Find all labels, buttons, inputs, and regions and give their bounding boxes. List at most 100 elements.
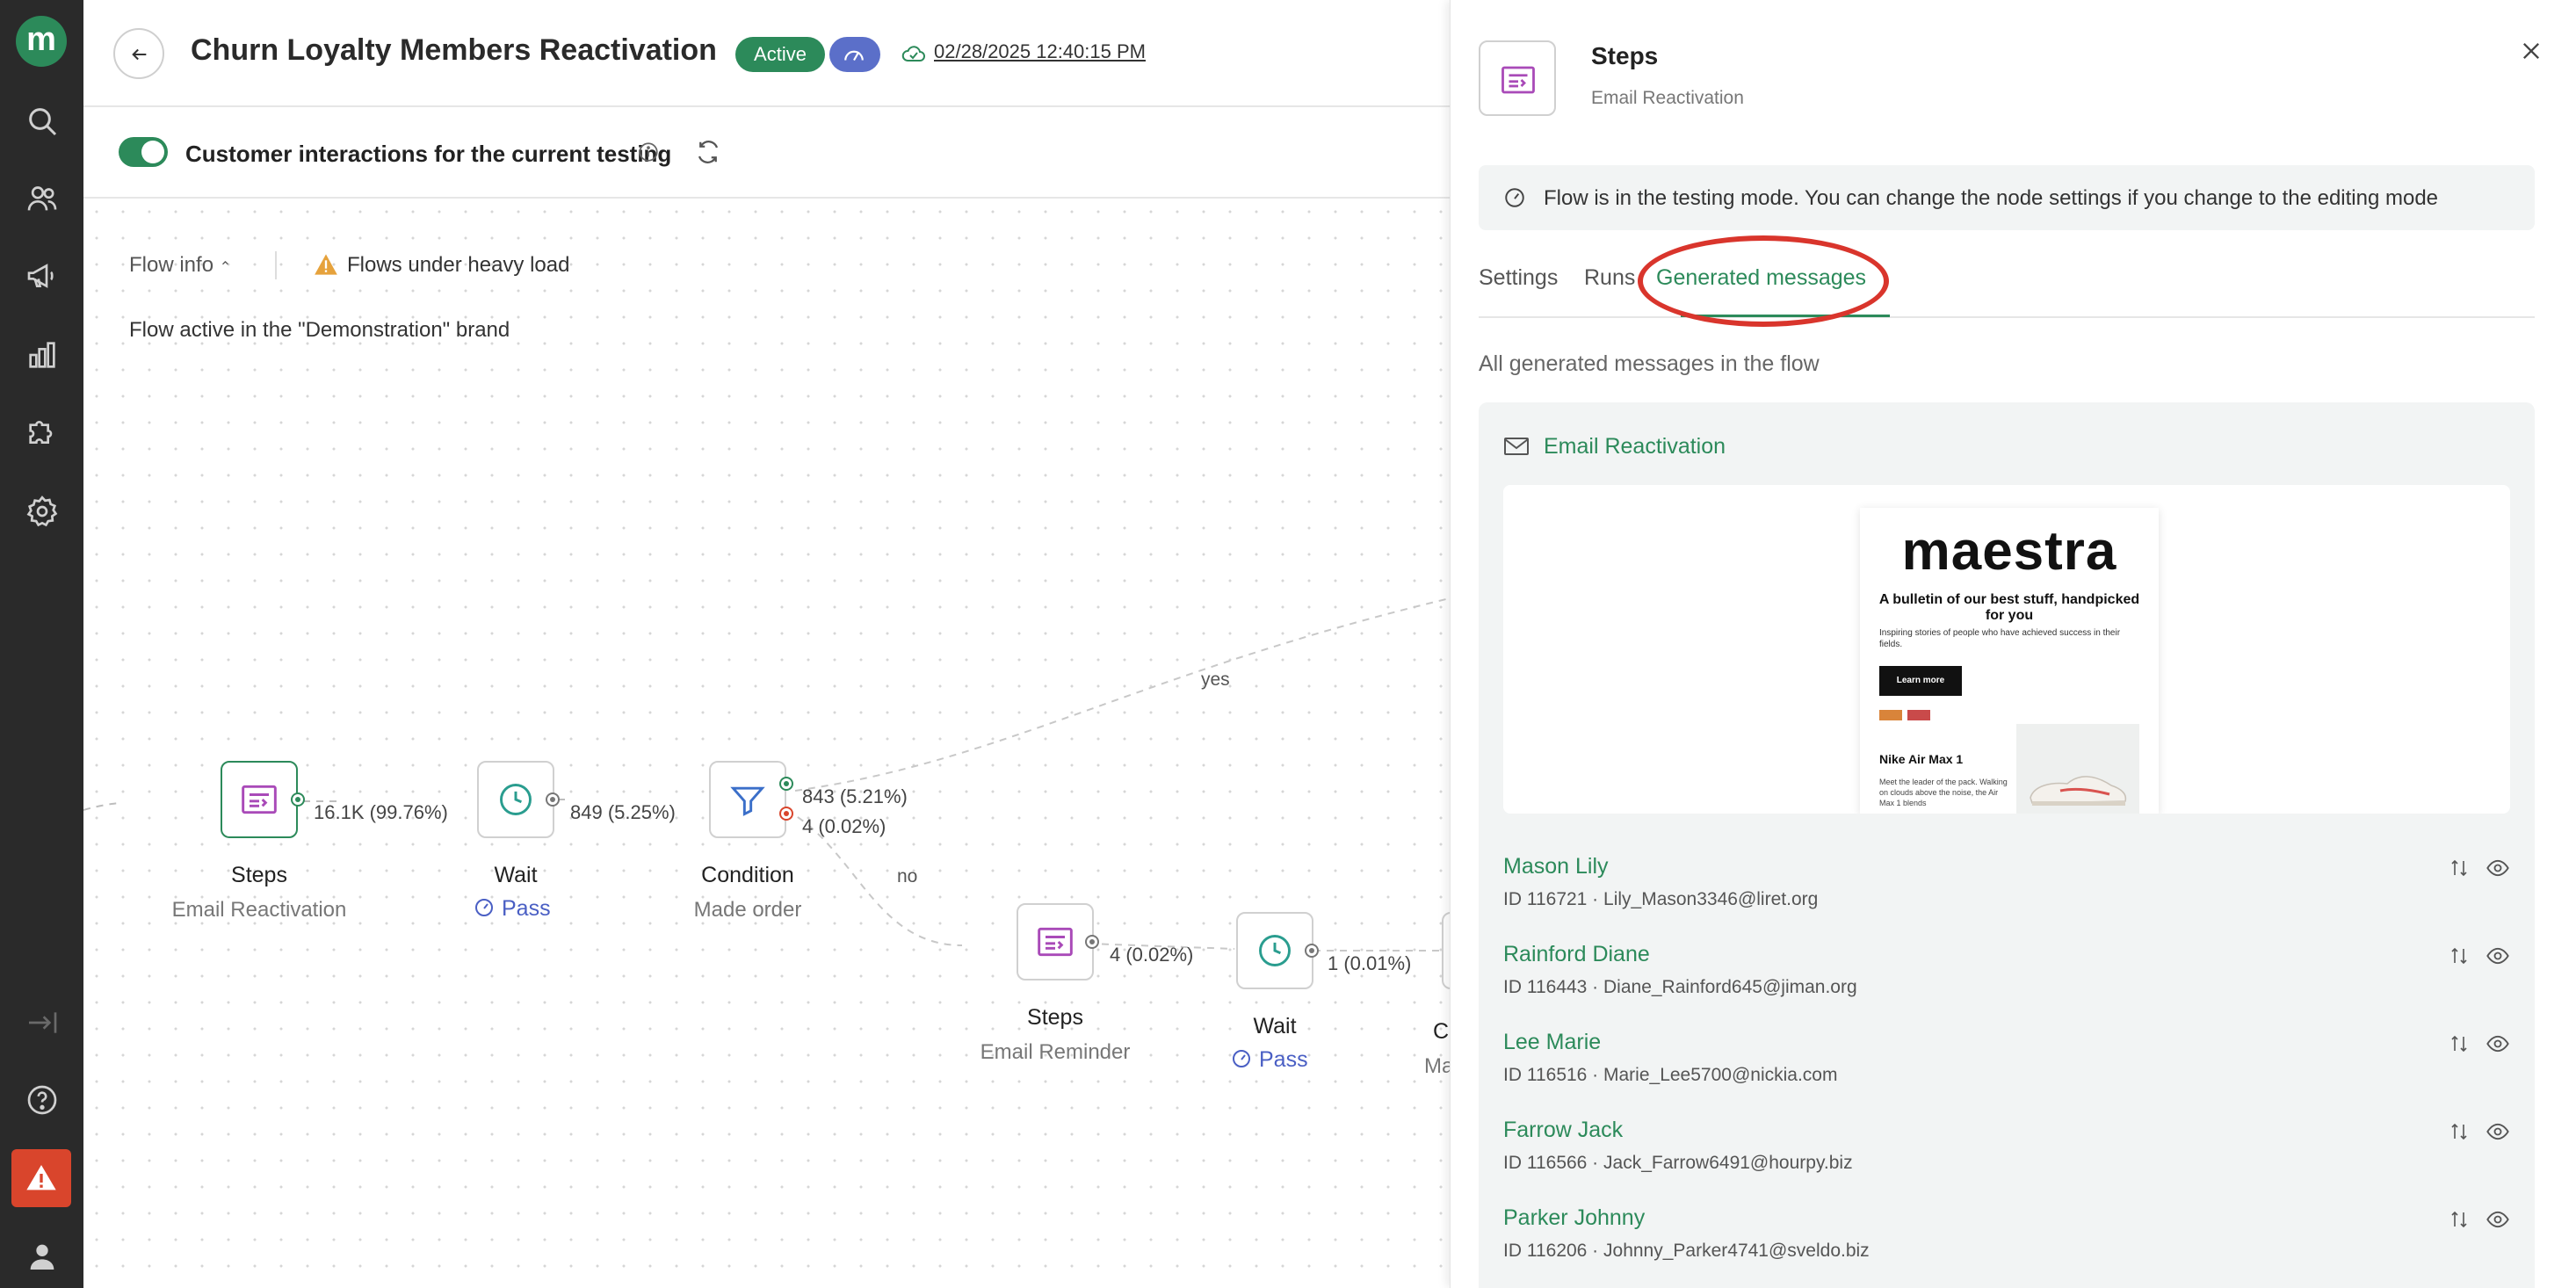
eye-icon[interactable] xyxy=(2486,1031,2510,1056)
node-title: Wait xyxy=(494,863,538,887)
recipient-name[interactable]: Farrow Jack xyxy=(1503,1118,1623,1143)
node-condition[interactable] xyxy=(709,761,786,838)
recipient-name[interactable]: Mason Lily xyxy=(1503,854,1609,879)
cloud-check-icon xyxy=(901,46,925,62)
email-brand: maestra xyxy=(1901,521,2117,582)
help-icon[interactable] xyxy=(25,1082,60,1118)
email-tag xyxy=(1907,710,1930,720)
output-port[interactable] xyxy=(1085,935,1099,949)
status-badge: Active xyxy=(735,37,825,72)
message-title[interactable]: Email Reactivation xyxy=(1544,434,1726,459)
recipient-row: Mason Lily ID 116721 · Lily_Mason3346@li… xyxy=(1503,854,2510,942)
node-title: Steps xyxy=(1027,1005,1083,1030)
eye-icon[interactable] xyxy=(2486,1119,2510,1144)
output-port[interactable] xyxy=(1305,944,1319,958)
clock-icon xyxy=(1259,935,1291,966)
alert-button[interactable] xyxy=(11,1149,71,1207)
recipient-name[interactable]: Lee Marie xyxy=(1503,1030,1601,1055)
eye-icon[interactable] xyxy=(2486,856,2510,880)
filter-icon xyxy=(730,786,765,816)
annotation-ellipse xyxy=(1638,235,1889,327)
left-nav-rail: m xyxy=(0,0,83,1288)
bar-chart-icon[interactable] xyxy=(25,337,60,373)
output-port-no[interactable] xyxy=(779,807,793,821)
recipient-name[interactable]: Parker Johnny xyxy=(1503,1205,1645,1231)
output-port[interactable] xyxy=(291,792,305,807)
variant-switch-icon[interactable] xyxy=(2449,1121,2470,1142)
eye-icon[interactable] xyxy=(2486,944,2510,968)
node-count: 1 (0.01%) xyxy=(1328,952,1412,974)
node-title: Wait xyxy=(1253,1014,1297,1038)
node-count: 849 (5.25%) xyxy=(570,801,676,823)
testing-interactions-toggle[interactable] xyxy=(119,137,168,167)
clock-icon xyxy=(500,784,532,815)
section-label: All generated messages in the flow xyxy=(1479,351,1820,376)
recipient-meta: ID 116206 · Johnny_Parker4741@sveldo.biz xyxy=(1503,1241,1870,1261)
email-product-desc: Meet the leader of the pack. Walking on … xyxy=(1879,778,2008,807)
search-icon[interactable] xyxy=(25,104,60,139)
sneaker-image xyxy=(2016,724,2139,814)
eye-icon[interactable] xyxy=(2486,1207,2510,1232)
recipient-meta: ID 116721 · Lily_Mason3346@liret.org xyxy=(1503,889,1819,909)
node-settings-panel: Steps Email Reactivation Flow is in the … xyxy=(1450,0,2576,1288)
output-port[interactable] xyxy=(546,792,560,807)
variant-switch-icon[interactable] xyxy=(2449,945,2470,966)
recipient-meta: ID 116443 · Diane_Rainford645@jiman.org xyxy=(1503,977,1857,997)
testing-mode-badge[interactable] xyxy=(829,37,880,72)
node-subtitle: Email Reminder xyxy=(980,1040,1131,1064)
logout-arrow-icon[interactable] xyxy=(25,1005,60,1040)
edge-yes-branch xyxy=(794,597,1450,792)
pass-label: Pass xyxy=(502,896,551,921)
info-icon[interactable] xyxy=(637,141,660,163)
yes-count: 843 (5.21%) xyxy=(802,785,908,807)
node-steps-email-reminder[interactable] xyxy=(1017,903,1094,980)
tab-runs[interactable]: Runs xyxy=(1584,265,1635,291)
node-steps-email-reactivation[interactable] xyxy=(221,761,298,838)
message-card: Email Reactivation maestra A bulletin of… xyxy=(1479,402,2535,1288)
flow-edges xyxy=(83,597,1450,952)
recipient-row: Farrow Jack ID 116566 · Jack_Farrow6491@… xyxy=(1503,1118,2510,1205)
refresh-icon[interactable] xyxy=(695,139,721,165)
flow-canvas[interactable]: Flow info ⌃ Flows under heavy load Flow … xyxy=(83,199,1519,1288)
node-wait[interactable] xyxy=(477,761,554,838)
node-subtitle: Email Reactivation xyxy=(171,898,347,922)
panel-tabs: Settings Runs Generated messages xyxy=(1479,260,2535,318)
output-port-yes[interactable] xyxy=(779,777,793,791)
users-icon[interactable] xyxy=(25,181,60,216)
back-button[interactable] xyxy=(113,28,164,79)
gear-icon[interactable] xyxy=(25,494,60,529)
recipient-row: Rainford Diane ID 116443 · Diane_Rainfor… xyxy=(1503,942,2510,1030)
variant-switch-icon[interactable] xyxy=(2449,1033,2470,1054)
pass-label: Pass xyxy=(1259,1047,1308,1072)
notice-text: Flow is in the testing mode. You can cha… xyxy=(1544,186,2439,210)
steps-icon xyxy=(1501,66,1535,94)
recipient-name[interactable]: Rainford Diane xyxy=(1503,942,1650,967)
last-saved-link[interactable]: 02/28/2025 12:40:15 PM xyxy=(934,40,1146,63)
variant-switch-icon[interactable] xyxy=(2449,1209,2470,1230)
pass-status: Pass xyxy=(1231,1047,1308,1073)
testing-bar: Customer interactions for the current te… xyxy=(83,107,1450,199)
node-title: Condition xyxy=(701,863,794,887)
testing-interactions-label: Customer interactions for the current te… xyxy=(185,141,672,167)
email-preview[interactable]: maestra A bulletin of our best stuff, ha… xyxy=(1503,485,2510,814)
tab-settings[interactable]: Settings xyxy=(1479,265,1558,291)
app-logo[interactable]: m xyxy=(16,16,67,67)
megaphone-icon[interactable] xyxy=(25,258,60,293)
branch-yes-label: yes xyxy=(1201,669,1230,690)
puzzle-icon[interactable] xyxy=(25,415,60,450)
edge-entry xyxy=(83,802,119,811)
node-title: C xyxy=(1433,1019,1450,1044)
branch-no-label: no xyxy=(897,866,918,886)
speedometer-icon xyxy=(844,50,864,62)
email-intro: Inspiring stories of people who have ach… xyxy=(1879,628,2121,649)
sneaker-icon xyxy=(2030,776,2127,806)
node-subtitle: Made order xyxy=(693,898,802,922)
panel-subtitle: Email Reactivation xyxy=(1591,88,1744,108)
alert-icon xyxy=(26,1165,56,1190)
node-wait[interactable] xyxy=(1236,912,1313,989)
profile-icon[interactable] xyxy=(25,1239,60,1274)
panel-node-icon xyxy=(1479,40,1556,116)
variant-switch-icon[interactable] xyxy=(2449,857,2470,879)
close-icon[interactable] xyxy=(2519,39,2543,63)
recipient-row: Lee Marie ID 116516 · Marie_Lee5700@nick… xyxy=(1503,1030,2510,1118)
